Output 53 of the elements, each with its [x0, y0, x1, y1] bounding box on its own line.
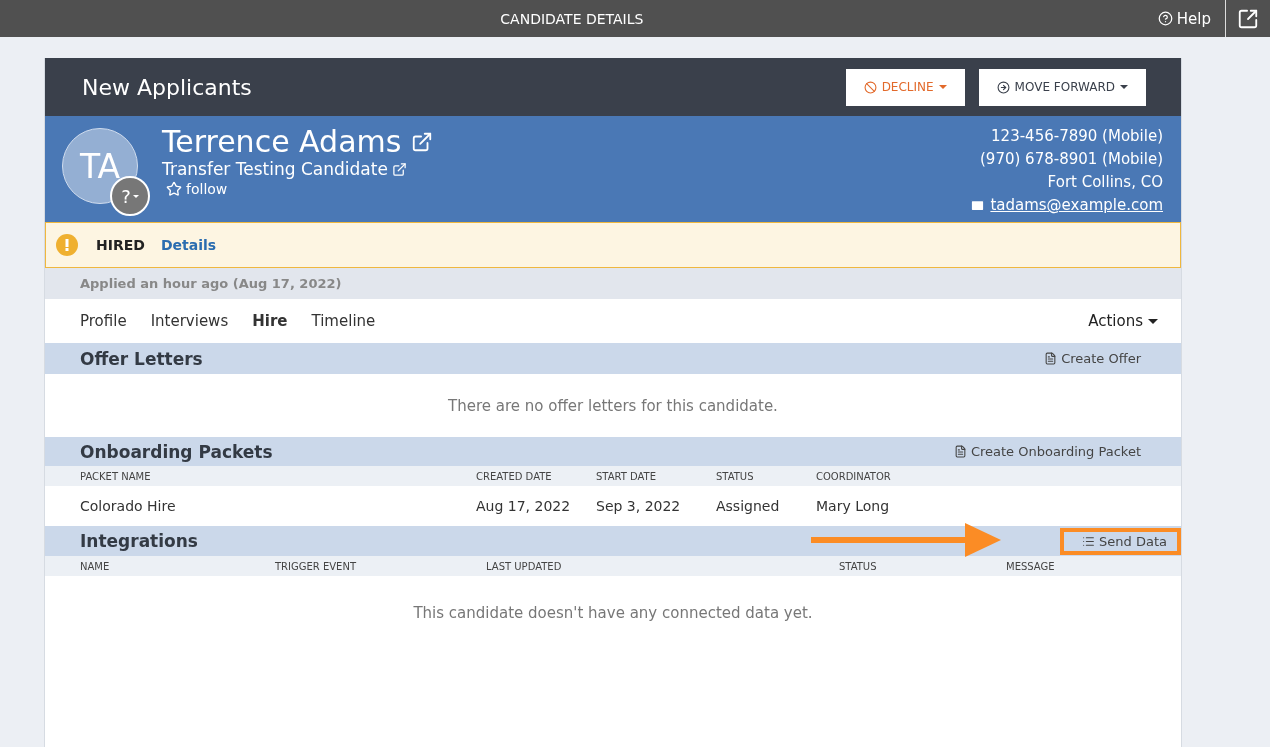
follow-button[interactable]: follow [162, 179, 232, 199]
section-title: Onboarding Packets [80, 441, 273, 462]
move-forward-button[interactable]: MOVE FORWARD [978, 68, 1146, 106]
arrow-circle-icon [996, 80, 1010, 94]
candidate-name: Terrence Adams [162, 124, 402, 159]
tab[interactable]: Profile [80, 312, 127, 330]
table-cell-text: Aug 17, 2022 [476, 498, 572, 514]
warning-icon [56, 234, 78, 256]
column-header: TRIGGER EVENT [275, 560, 357, 572]
empty-message: This candidate doesn't have any connected data yet. [412, 603, 814, 624]
create-packet-button[interactable]: Create Onboarding Packet [953, 444, 1141, 459]
help-link[interactable]: Help [1143, 9, 1225, 28]
column-header: STATUS [839, 560, 878, 572]
send-data-button[interactable]: Send Data [1060, 527, 1181, 555]
contact-text: (970) 678-8901 (Mobile) [980, 149, 1163, 170]
column-header: STATUS [716, 470, 755, 482]
tab[interactable]: Hire [252, 312, 288, 330]
job-title: Transfer Testing Candidate [162, 159, 388, 179]
prohibited-icon [863, 80, 877, 94]
status-label: HIRED [96, 237, 145, 253]
help-icon [1157, 11, 1173, 26]
table-cell-text: Sep 3, 2022 [596, 498, 682, 514]
contact-text: 123-456-7890 (Mobile) [991, 126, 1163, 147]
external-link-icon [1237, 7, 1259, 30]
table-cell-text: Assigned [716, 498, 781, 514]
email-link[interactable]: tadams@example.com [970, 194, 1163, 217]
empty-message: There are no offer letters for this candidate. [447, 395, 779, 417]
create-offer-button[interactable]: Create Offer [1044, 351, 1141, 366]
stage-title: New Applicants [82, 74, 253, 100]
column-header: MESSAGE [1006, 560, 1056, 572]
column-header: NAME [80, 560, 111, 572]
column-header: CREATED DATE [476, 470, 553, 482]
actions-menu[interactable]: Actions [1082, 311, 1164, 331]
external-link-icon[interactable] [411, 130, 434, 153]
tab[interactable]: Timeline [311, 312, 376, 330]
page-title: CANDIDATE DETAILS [499, 10, 645, 27]
table-cell-text: Mary Long [816, 498, 891, 514]
column-header: LAST UPDATED [486, 560, 563, 572]
external-link-icon[interactable] [391, 161, 407, 177]
list-icon [1082, 534, 1096, 548]
section-title: Offer Letters [80, 348, 203, 369]
table-cell-text: Colorado Hire [80, 498, 177, 514]
tab[interactable]: Interviews [150, 312, 229, 330]
star-icon [166, 181, 182, 197]
document-icon [953, 445, 967, 458]
column-header: PACKET NAME [80, 470, 152, 482]
contact-text: Fort Collins, CO [1047, 172, 1163, 193]
applied-bar: Applied an hour ago (Aug 17, 2022) [45, 268, 1181, 299]
details-link[interactable]: Details [160, 237, 217, 253]
column-header: COORDINATOR [816, 470, 892, 482]
column-header: START DATE [596, 470, 658, 482]
document-icon [1044, 352, 1058, 365]
section-title: Integrations [80, 531, 198, 551]
